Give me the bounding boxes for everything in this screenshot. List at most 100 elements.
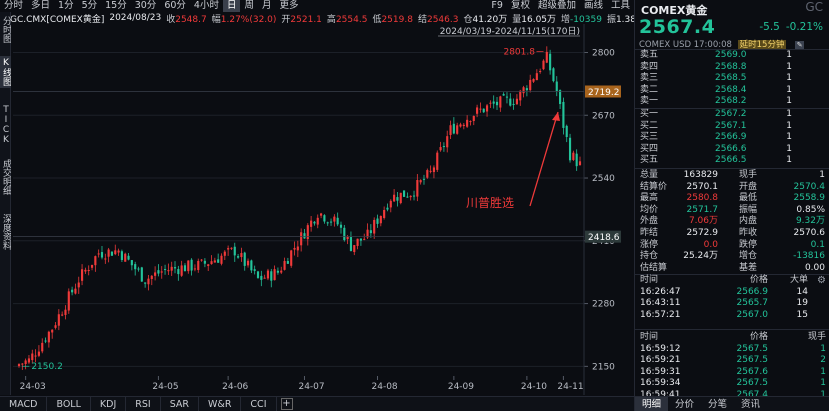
range-label: 幅 bbox=[211, 14, 221, 25]
period-tab-1[interactable]: 多日 bbox=[27, 0, 54, 12]
period-tab-8[interactable]: 日 bbox=[222, 0, 241, 12]
book-row[interactable]: 买二 2567.1 1 bbox=[635, 121, 829, 133]
book-price: 2568.5 bbox=[715, 73, 747, 84]
candle bbox=[47, 331, 50, 343]
stat-label: 最高 bbox=[640, 193, 659, 204]
candle bbox=[329, 221, 333, 223]
book-volume: 1 bbox=[786, 73, 792, 84]
period-tab-4[interactable]: 15分 bbox=[101, 0, 131, 12]
tab-trade-detail[interactable]: 成交明细 bbox=[0, 152, 11, 202]
stat-label: 均价 bbox=[640, 204, 659, 215]
book-level: 买五 bbox=[640, 155, 659, 166]
candle bbox=[529, 79, 532, 91]
book-price: 2567.1 bbox=[715, 120, 747, 131]
add-indicator-icon[interactable]: + bbox=[280, 398, 293, 410]
candle bbox=[64, 309, 67, 315]
candle bbox=[124, 253, 127, 262]
list-item: 16:59:34 2567.5 1 bbox=[635, 378, 829, 390]
candle bbox=[416, 180, 419, 197]
instrument-code: GC bbox=[805, 0, 823, 14]
candle bbox=[233, 246, 236, 256]
toolbar-tool-2[interactable]: 超级叠加 bbox=[534, 0, 580, 12]
panel-tab-3[interactable]: 资讯 bbox=[734, 397, 767, 411]
toolbar-tool-1[interactable]: 复权 bbox=[507, 0, 534, 12]
candle bbox=[190, 259, 193, 271]
range-field: 幅1.27%(32.0) bbox=[212, 12, 277, 25]
period-tab-6[interactable]: 60分 bbox=[160, 0, 190, 12]
gear-icon[interactable]: ⚙ bbox=[817, 275, 826, 287]
period-tab-5[interactable]: 30分 bbox=[131, 0, 161, 12]
period-tab-7[interactable]: 4小时 bbox=[190, 0, 223, 12]
candle bbox=[71, 289, 74, 293]
candle bbox=[160, 271, 163, 273]
tab-tick[interactable]: TICK bbox=[0, 102, 11, 148]
indicator-w-r[interactable]: W&R bbox=[199, 396, 242, 411]
book-row[interactable]: 卖二 2568.4 1 bbox=[635, 85, 829, 97]
stats-row: 涨停 0.0 跌停 0.1 bbox=[635, 240, 829, 252]
book-level: 买一 bbox=[640, 109, 659, 119]
candle bbox=[217, 259, 220, 263]
book-row[interactable]: 卖一 2568.2 1 bbox=[635, 96, 829, 108]
big-order-list: 时间 价格 大单 ⚙ 16:26:47 2566.9 14 16:43:11 2565.7 19 1… bbox=[635, 275, 829, 321]
candle bbox=[476, 107, 479, 114]
candle bbox=[237, 256, 240, 258]
tab-depth-info[interactable]: 深度资料 bbox=[0, 207, 11, 257]
book-row[interactable]: 买一 2567.2 1 bbox=[635, 109, 829, 121]
book-row[interactable]: 卖三 2568.5 1 bbox=[635, 73, 829, 85]
panel-tab-2[interactable]: 分笔 bbox=[701, 397, 734, 411]
candle bbox=[552, 68, 555, 82]
stat-label: 估结算 bbox=[640, 262, 668, 273]
candle bbox=[230, 247, 233, 249]
candle bbox=[522, 87, 525, 94]
candle bbox=[492, 101, 495, 104]
candle bbox=[203, 260, 206, 264]
candle bbox=[535, 73, 538, 81]
book-row[interactable]: 卖五 2569.0 1 bbox=[635, 50, 829, 62]
book-row[interactable]: 买五 2566.5 1 bbox=[635, 155, 829, 167]
stat-label: 开盘 bbox=[739, 181, 758, 192]
candle bbox=[37, 351, 40, 356]
list-header: 时间 价格 大单 ⚙ bbox=[635, 275, 829, 287]
item-price: 2567.0 bbox=[736, 309, 769, 320]
candle bbox=[273, 269, 276, 281]
tab-intraday[interactable]: 分时图 bbox=[0, 14, 11, 44]
candle bbox=[439, 147, 442, 151]
period-tab-3[interactable]: 5分 bbox=[78, 0, 102, 12]
x-tick-label: 24-03 bbox=[20, 382, 46, 392]
kline-chart[interactable]: 21502280241025402670280024-0324-0524-062… bbox=[11, 24, 634, 395]
indicator-rsi[interactable]: RSI bbox=[126, 396, 161, 411]
indicator-macd[interactable]: MACD bbox=[0, 396, 48, 411]
period-tab-2[interactable]: 1分 bbox=[54, 0, 78, 12]
period-tab-0[interactable]: 分时 bbox=[0, 0, 27, 12]
candle bbox=[286, 261, 289, 264]
panel-tab-1[interactable]: 分价 bbox=[668, 397, 701, 411]
indicator-cci[interactable]: CCI bbox=[241, 396, 277, 411]
candle bbox=[363, 238, 366, 240]
candle bbox=[276, 270, 279, 273]
header-volume: 大单 bbox=[789, 275, 808, 285]
candle bbox=[303, 233, 306, 239]
period-tab-11[interactable]: 更多 bbox=[276, 0, 303, 12]
change-pct: -0.21% bbox=[785, 21, 823, 33]
candle bbox=[389, 200, 392, 208]
stat-label: 结算价 bbox=[640, 181, 668, 192]
high-marker-label: 2801.8 bbox=[503, 48, 535, 58]
panel-tab-0[interactable]: 明细 bbox=[635, 397, 669, 411]
toolbar-tool-0[interactable]: F9 bbox=[487, 0, 507, 12]
book-price: 2568.4 bbox=[715, 84, 747, 95]
tab-kline[interactable]: K线图 bbox=[0, 56, 11, 88]
toolbar-tool-3[interactable]: 画线 bbox=[580, 0, 607, 12]
toolbar-tool-4[interactable]: 工具 bbox=[607, 0, 634, 12]
book-row[interactable]: 买四 2566.6 1 bbox=[635, 144, 829, 156]
indicator-sar[interactable]: SAR bbox=[161, 396, 200, 411]
book-row[interactable]: 卖四 2568.8 1 bbox=[635, 62, 829, 74]
candle bbox=[555, 81, 558, 91]
candle bbox=[210, 261, 213, 265]
book-row[interactable]: 买三 2566.9 1 bbox=[635, 132, 829, 144]
period-tab-9[interactable]: 周 bbox=[240, 0, 258, 12]
period-tab-10[interactable]: 月 bbox=[258, 0, 276, 12]
indicator-boll[interactable]: BOLL bbox=[47, 396, 91, 411]
indicator-kdj[interactable]: KDJ bbox=[91, 396, 127, 411]
candle bbox=[177, 269, 180, 275]
candle bbox=[110, 251, 114, 256]
